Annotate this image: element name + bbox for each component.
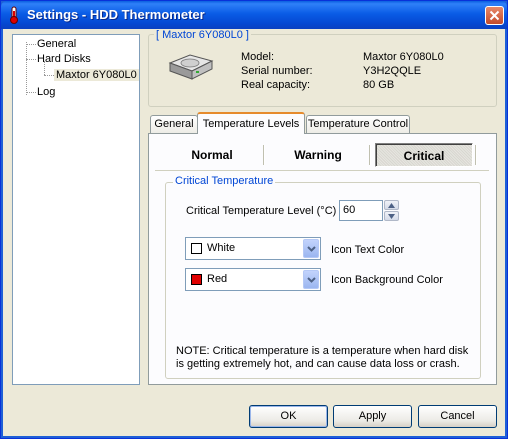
icon-text-color-value: White [207, 242, 236, 254]
critical-level-input[interactable]: 60 [339, 200, 383, 221]
tree-item-general[interactable]: General [37, 38, 76, 50]
arrow-up-icon [388, 203, 395, 208]
capacity-label: Real capacity: [241, 79, 311, 91]
tree-line [26, 92, 36, 93]
warning-button[interactable]: Warning [279, 143, 357, 167]
thermometer-icon [10, 6, 18, 24]
color-swatch [191, 274, 202, 285]
icon-text-color-select[interactable]: White [185, 237, 321, 260]
window-title: Settings - HDD Thermometer [27, 7, 205, 22]
cancel-button[interactable]: Cancel [418, 405, 497, 428]
critical-level-label: Critical Temperature Level (°C) [186, 205, 337, 217]
tree-line [26, 42, 27, 95]
serial-label: Serial number: [241, 65, 313, 77]
ok-button[interactable]: OK [249, 405, 328, 428]
tree-line [26, 59, 36, 60]
disk-info-legend: [ Maxtor 6Y080L0 ] [154, 29, 251, 41]
close-icon [489, 10, 500, 21]
normal-button[interactable]: Normal [175, 143, 249, 167]
critical-temperature-legend: Critical Temperature [173, 175, 276, 187]
chevron-down-icon [307, 246, 316, 252]
chevron-down-icon [307, 277, 316, 283]
tree-line [26, 44, 36, 45]
tree-item-maxtor[interactable]: Maxtor 6Y080L0 [54, 69, 139, 81]
tree-item-log[interactable]: Log [37, 86, 55, 98]
tree-item-hard-disks[interactable]: Hard Disks [37, 53, 91, 65]
icon-background-color-select[interactable]: Red [185, 268, 321, 291]
tab-temperature-control[interactable]: Temperature Control [306, 115, 410, 134]
spin-down-button[interactable] [384, 211, 399, 221]
settings-tree[interactable]: General Hard Disks Maxtor 6Y080L0 Log [12, 34, 140, 385]
tree-line [44, 75, 54, 76]
serial-value: Y3H2QQLE [363, 65, 422, 77]
segment-separator [263, 145, 265, 165]
title-bar[interactable]: Settings - HDD Thermometer [1, 1, 507, 29]
spin-up-button[interactable] [384, 200, 399, 210]
critical-note: NOTE: Critical temperature is a temperat… [176, 345, 469, 370]
apply-button[interactable]: Apply [333, 405, 412, 428]
hard-disk-icon [168, 54, 214, 80]
close-button[interactable] [485, 6, 504, 25]
segment-separator [369, 145, 371, 165]
model-value: Maxtor 6Y080L0 [363, 51, 444, 63]
dropdown-button[interactable] [303, 239, 319, 258]
icon-background-color-label: Icon Background Color [331, 274, 443, 286]
settings-window: Settings - HDD Thermometer General Hard … [0, 0, 508, 439]
critical-button[interactable]: Critical [375, 143, 473, 167]
dropdown-button[interactable] [303, 270, 319, 289]
color-swatch [191, 243, 202, 254]
capacity-value: 80 GB [363, 79, 395, 91]
tab-temperature-levels[interactable]: Temperature Levels [197, 112, 305, 134]
segment-separator [475, 145, 477, 165]
icon-background-color-value: Red [207, 273, 228, 285]
tab-general[interactable]: General [150, 115, 198, 134]
arrow-down-icon [388, 214, 395, 219]
icon-text-color-label: Icon Text Color [331, 244, 405, 256]
model-label: Model: [241, 51, 275, 63]
